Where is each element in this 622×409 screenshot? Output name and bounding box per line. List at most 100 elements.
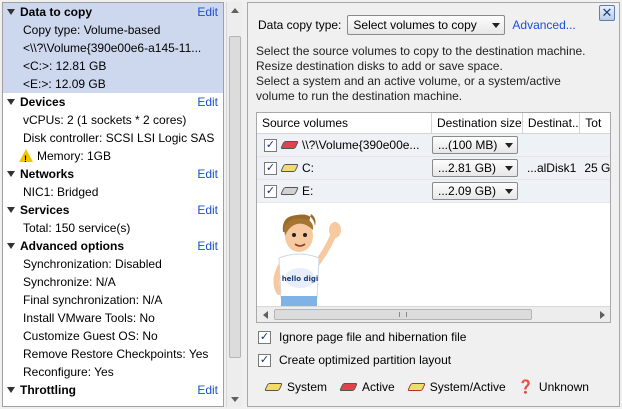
source-volume-cell: ✓ C: — [257, 157, 432, 179]
destination-size-select[interactable]: ...2.09 GB) — [432, 182, 519, 200]
optimized-layout-option[interactable]: ✓ Create optimized partition layout — [258, 353, 451, 367]
collapse-triangle-icon[interactable] — [7, 207, 15, 213]
summary-section[interactable]: Advanced options Edit Synchronization: Dis… — [3, 237, 223, 381]
horizontal-scroll-thumb[interactable] — [274, 309, 532, 320]
instruction-line: volume to run the destination machine. — [256, 89, 463, 103]
mascot-shirt-text: hello digi — [282, 275, 319, 283]
column-header-destination[interactable]: Destinat... — [523, 113, 581, 133]
collapse-triangle-icon[interactable] — [7, 171, 15, 177]
scroll-down-arrow-icon[interactable] — [227, 391, 243, 407]
close-icon[interactable]: ✕ — [599, 5, 615, 21]
legend-system-active: System/Active — [406, 380, 506, 394]
table-header: Source volumes Destination size Destinat… — [257, 113, 610, 134]
section-header[interactable]: Services Edit — [3, 201, 223, 219]
section-detail-line: <E:>: 12.09 GB — [3, 75, 223, 93]
edit-link[interactable]: Edit — [197, 383, 218, 397]
section-detail-line: Copy type: Volume-based — [3, 21, 223, 39]
section-detail-text: <\\?\Volume{390e00e6-a145-11... — [23, 41, 202, 55]
table-horizontal-scrollbar[interactable] — [257, 306, 610, 322]
section-detail-text: Synchronization: Disabled — [23, 257, 162, 271]
collapse-triangle-icon[interactable] — [7, 387, 15, 393]
edit-link[interactable]: Edit — [197, 167, 218, 181]
section-detail-text: vCPUs: 2 (1 sockets * 2 cores) — [23, 113, 187, 127]
table-row[interactable]: ✓ C: ...2.81 GB) ...alDisk1 25 G — [257, 157, 610, 180]
instruction-line: Resize destination disks to add or save … — [256, 59, 503, 73]
destination-size-value: ...(100 MB) — [438, 138, 498, 152]
source-volume-cell: ✓ E: — [257, 180, 432, 202]
section-detail-text: Customize Guest OS: No — [23, 329, 158, 343]
destination-size-value: ...2.81 GB) — [438, 161, 497, 175]
section-header[interactable]: Networks Edit — [3, 165, 223, 183]
system-active-disk-icon — [406, 383, 426, 391]
section-detail-text: Copy type: Volume-based — [23, 23, 161, 37]
edit-link[interactable]: Edit — [197, 239, 218, 253]
edit-link[interactable]: Edit — [197, 5, 218, 19]
section-header[interactable]: Advanced options Edit — [3, 237, 223, 255]
destination-size-value: ...2.09 GB) — [438, 184, 497, 198]
section-detail-line: NIC1: Bridged — [3, 183, 223, 201]
collapse-triangle-icon[interactable] — [7, 243, 15, 249]
column-header-total[interactable]: Tot — [580, 113, 610, 133]
volume-checkbox[interactable]: ✓ — [264, 184, 277, 198]
total-value: 25 G — [584, 161, 611, 175]
section-detail-line: Final synchronization: N/A — [3, 291, 223, 309]
section-detail-text: Memory: 1GB — [37, 149, 112, 163]
summary-section[interactable]: Devices Edit vCPUs: 2 (1 sockets * 2 cores… — [3, 93, 223, 165]
table-row[interactable]: ✓ E: ...2.09 GB) — [257, 180, 610, 203]
active-disk-icon — [280, 141, 299, 149]
destination-size-cell: ...2.09 GB) — [432, 180, 523, 202]
section-detail-line: <\\?\Volume{390e00e6-a145-11... — [3, 39, 223, 57]
destination-size-select[interactable]: ...(100 MB) — [432, 136, 519, 154]
total-cell — [580, 134, 610, 156]
destination-value: ...alDisk1 — [526, 161, 577, 175]
section-detail-line: <C:>: 12.81 GB — [3, 57, 223, 75]
summary-section[interactable]: Data to copy Edit Copy type: Volume-based <… — [3, 3, 223, 93]
instructions: Select the source volumes to copy to the… — [256, 44, 616, 104]
column-header-destination-size[interactable]: Destination size — [432, 113, 523, 133]
legend-active-label: Active — [362, 380, 395, 394]
section-header[interactable]: Throttling Edit — [3, 381, 223, 399]
volume-checkbox[interactable]: ✓ — [264, 138, 277, 152]
ignore-pagefile-option[interactable]: ✓ Ignore page file and hibernation file — [258, 330, 466, 344]
scroll-thumb[interactable] — [229, 36, 241, 358]
edit-link[interactable]: Edit — [197, 203, 218, 217]
scroll-right-arrow-icon[interactable] — [594, 307, 610, 322]
collapse-triangle-icon[interactable] — [7, 9, 15, 15]
copy-type-row: Data copy type: Select volumes to copy A… — [258, 15, 576, 35]
section-header[interactable]: Devices Edit — [3, 93, 223, 111]
destination-size-cell: ...(100 MB) — [432, 134, 523, 156]
volume-name: \\?\Volume{390e00e... — [302, 138, 420, 152]
edit-link[interactable]: Edit — [197, 95, 218, 109]
volume-checkbox[interactable]: ✓ — [264, 161, 277, 175]
advanced-link[interactable]: Advanced... — [512, 18, 575, 32]
section-detail-text: Disk controller: SCSI LSI Logic SAS — [23, 131, 215, 145]
section-header[interactable]: Data to copy Edit — [3, 3, 223, 21]
table-row[interactable]: ✓ \\?\Volume{390e00e... ...(100 MB) — [257, 134, 610, 157]
system-disk-icon — [264, 383, 283, 391]
column-header-source[interactable]: Source volumes — [257, 113, 432, 133]
total-cell: 25 G — [580, 157, 610, 179]
scroll-left-arrow-icon[interactable] — [257, 307, 273, 322]
collapse-triangle-icon[interactable] — [7, 99, 15, 105]
summary-section[interactable]: Throttling Edit — [3, 381, 223, 399]
section-detail-line: Synchronization: Disabled — [3, 255, 223, 273]
optimized-layout-checkbox[interactable]: ✓ — [258, 353, 271, 367]
summary-section[interactable]: Services Edit Total: 150 service(s) — [3, 201, 223, 237]
copy-type-select[interactable]: Select volumes to copy — [347, 15, 506, 35]
active-disk-icon — [339, 383, 358, 391]
chevron-down-icon — [492, 22, 501, 28]
destination-size-select[interactable]: ...2.81 GB) — [432, 159, 519, 177]
copy-type-label: Data copy type: — [258, 18, 342, 32]
scroll-up-arrow-icon[interactable] — [227, 2, 243, 18]
summary-scrollbar[interactable] — [226, 2, 242, 407]
section-title: Services — [20, 203, 70, 217]
summary-section[interactable]: Networks Edit NIC1: Bridged — [3, 165, 223, 201]
section-title: Data to copy — [20, 5, 93, 19]
total-cell — [580, 180, 610, 202]
legend-active: Active — [339, 380, 395, 394]
section-detail-line: Reconfigure: Yes — [3, 363, 223, 381]
ignore-pagefile-checkbox[interactable]: ✓ — [258, 330, 271, 344]
legend-unknown-label: Unknown — [538, 380, 589, 394]
system-disk-icon — [280, 164, 299, 172]
chevron-down-icon — [505, 188, 514, 194]
